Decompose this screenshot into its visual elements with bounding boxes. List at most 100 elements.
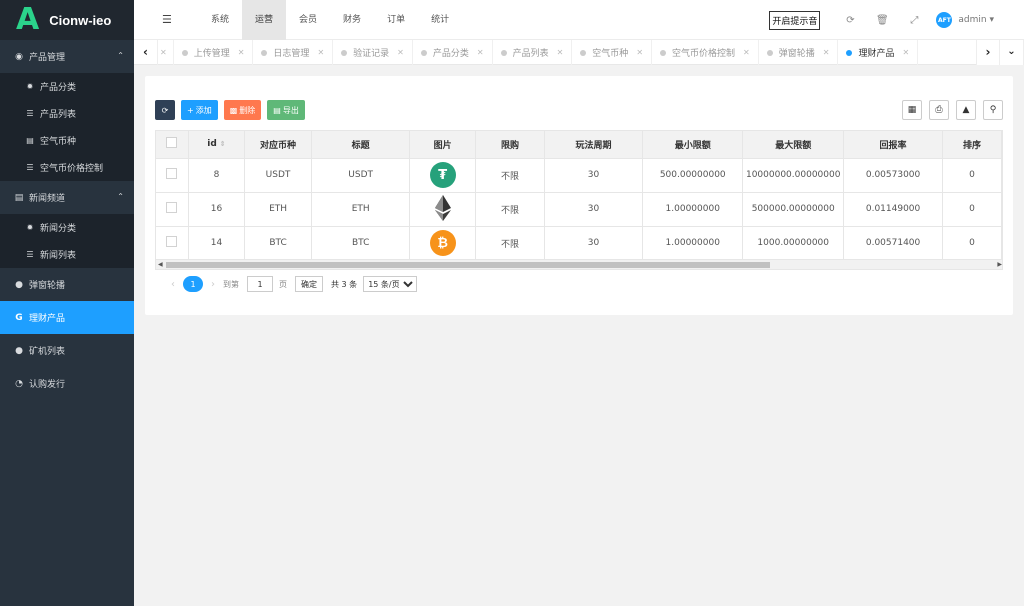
cell-id: 16 [188,192,245,227]
tab-finance-product[interactable]: 理财产品 ✕ [838,40,919,65]
scrollbar-thumb[interactable] [166,262,770,268]
next-page-icon[interactable]: › [211,279,215,290]
tabs-next-button[interactable]: › [976,40,1000,65]
tab-upload[interactable]: 上传管理 ✕ [174,40,254,65]
prev-page-icon[interactable]: ‹ [171,279,175,290]
export-button[interactable]: ▤ 导出 [267,100,305,120]
table-row[interactable]: 16 ETH ETH 不限 30 1.00000000 500000.00000… [156,192,1002,227]
close-icon[interactable]: ✕ [557,48,564,57]
sidebar-item-finance-product[interactable]: G 理财产品 [0,301,134,334]
sidebar-group-product[interactable]: ◉ 产品管理 ⌃ [0,40,134,73]
columns-icon[interactable]: ▦ [902,100,922,120]
tab-log[interactable]: 日志管理 ✕ [253,40,334,65]
scroll-left-icon[interactable]: ◀ [158,260,163,269]
tab-air-coin-price[interactable]: 空气币价格控制 ✕ [652,40,759,65]
tab-air-coin[interactable]: 空气币种 ✕ [572,40,653,65]
page-size-select[interactable]: 15 条/页 [363,276,418,292]
page-current[interactable]: 1 [183,276,203,292]
row-checkbox[interactable] [166,202,178,213]
tabs-prev-button[interactable]: ‹ [134,40,158,65]
table-row[interactable]: 8 USDT USDT ₮ 不限 30 500.00000000 1000000… [156,158,1002,193]
table-row[interactable]: 14 BTC BTC ₿ 不限 30 1.00000000 1000.00000… [156,226,1002,261]
row-checkbox[interactable] [166,236,178,247]
tab-label: 产品列表 [512,49,549,59]
close-icon[interactable]: ✕ [902,48,909,57]
close-icon[interactable]: ✕ [238,48,245,57]
top-nav-finance[interactable]: 财务 [330,0,374,40]
refresh-icon[interactable]: ⟳ [834,15,866,26]
trash-icon[interactable]: 🗑 [866,15,898,26]
delete-label: 删除 [239,105,256,115]
close-icon[interactable]: ✕ [636,48,643,57]
tab-dot [660,49,667,56]
list-icon: ☰ [26,250,34,259]
column-label: id [207,139,217,150]
refresh-button[interactable]: ⟳ [155,100,175,120]
select-all-checkbox[interactable] [166,137,178,149]
goto-page-input[interactable] [247,276,273,292]
sidebar-item-miner-list[interactable]: ● 矿机列表 [0,334,134,367]
tab-product-category[interactable]: 产品分类 ✕ [413,40,493,65]
top-right-tools: 开启提示音 ⟳ 🗑 ⤢ AFT admin ▾ [769,0,1024,40]
logo[interactable]: A Cionw-ieo [0,0,134,40]
goto-confirm-button[interactable]: 确定 [295,276,323,292]
cell-title: USDT [311,158,411,193]
close-icon[interactable]: ✕ [743,48,750,57]
top-nav-statistics[interactable]: 统计 [418,0,462,40]
close-icon[interactable]: ✕ [823,48,830,57]
data-table: id ⇕ 对应币种 标题 图片 限购 玩法周期 最小限额 最大限额 回报率 排序 … [155,130,1003,270]
trash-icon: ▩ [229,105,238,115]
ethereum-logo[interactable] [434,194,451,221]
table-toolbar: ⟳ + 添加 ▩ 删除 ▤ 导出 [155,100,311,120]
sidebar-item-product-list[interactable]: ☰ 产品列表 [0,100,134,127]
sidebar-item-product-category[interactable]: ✹ 产品分类 [0,73,134,100]
tab-label: 理财产品 [858,49,895,59]
delete-button[interactable]: ▩ 删除 [223,100,262,120]
user-menu[interactable]: admin ▾ [958,15,994,25]
print-icon[interactable]: ⎙ [929,100,949,120]
horizontal-scrollbar[interactable]: ◀ ▶ [156,259,1002,269]
top-nav-operations[interactable]: 运营 [242,0,287,40]
cell-limit: 不限 [475,192,545,227]
add-button[interactable]: + 添加 [181,100,218,120]
export-file-icon[interactable]: ▲ [956,100,976,120]
close-icon[interactable]: ✕ [477,48,484,57]
sidebar-group-news[interactable]: ▤ 新闻频道 ⌃ [0,181,134,214]
top-nav-orders[interactable]: 订单 [374,0,418,40]
miner-icon: ● [15,345,23,356]
menu-toggle-icon[interactable]: ☰ [162,13,172,26]
top-nav-system[interactable]: 系统 [198,0,242,40]
close-icon[interactable]: ✕ [397,48,404,57]
tab-label: 日志管理 [273,49,310,59]
sidebar-item-air-coin-price[interactable]: ☰ 空气币价格控制 [0,154,134,181]
bitcoin-logo[interactable]: ₿ [429,230,456,256]
chevron-up-icon: ⌃ [117,192,124,201]
tab-verify[interactable]: 验证记录 ✕ [333,40,413,65]
cell-coin: ETH [244,192,313,227]
close-icon: ✕ [160,48,167,57]
row-checkbox[interactable] [166,168,178,179]
top-nav-members[interactable]: 会员 [286,0,330,40]
sound-toggle-button[interactable]: 开启提示音 [769,10,821,30]
search-icon[interactable]: ⚲ [983,100,1003,120]
tab-product-list[interactable]: 产品列表 ✕ [493,40,573,65]
tether-logo[interactable]: ₮ [429,162,456,188]
tabs-dropdown-button[interactable]: ⌄ [1000,40,1024,65]
cell-id: 8 [188,158,245,193]
tab-popup[interactable]: 弹窗轮播 ✕ [759,40,839,65]
sidebar-item-popup-carousel[interactable]: ● 弹窗轮播 [0,268,134,301]
column-header-id[interactable]: id ⇕ [188,131,245,159]
sidebar-item-news-category[interactable]: ✹ 新闻分类 [0,214,134,241]
sort-icon[interactable]: ⇕ [220,140,226,148]
close-icon[interactable]: ✕ [317,48,324,57]
sidebar-item-subscription[interactable]: ◔ 认购发行 [0,367,134,400]
sidebar-item-news-list[interactable]: ☰ 新闻列表 [0,241,134,268]
tab-dot [846,49,853,56]
fullscreen-icon[interactable]: ⤢ [898,15,930,26]
tab-home-close[interactable]: ✕ [158,40,174,65]
cell-sort: 0 [942,192,1002,227]
column-header-limit: 限购 [475,131,545,159]
scroll-right-icon[interactable]: ▶ [997,260,1002,269]
sidebar-item-air-coin[interactable]: ▤ 空气币种 [0,127,134,154]
avatar[interactable]: AFT [936,12,953,28]
